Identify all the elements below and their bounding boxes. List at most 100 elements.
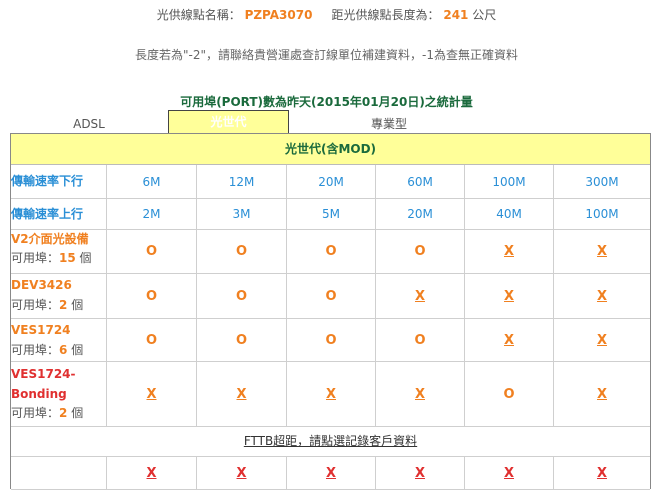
row-label	[11, 457, 107, 489]
speed-value: 2M	[142, 207, 161, 221]
mark-cell: O	[197, 319, 287, 361]
device-label: VES1724 可用埠：6 個	[11, 319, 107, 361]
unavailable-mark: X	[503, 465, 515, 481]
mark-cell: X	[465, 319, 554, 361]
tab-fiber[interactable]: 光世代	[168, 110, 289, 134]
table-banner: 光世代(含MOD)	[11, 134, 650, 165]
downlink-label: 傳輸速率下行	[11, 174, 84, 188]
speed-value: 3M	[232, 207, 251, 221]
unavailable-mark: X	[596, 386, 608, 402]
mark-cell: O	[376, 319, 465, 361]
mark-cell: X	[465, 230, 554, 273]
port-count: 2	[59, 298, 68, 312]
speed-value: 100M	[585, 207, 619, 221]
mark-cell: O	[107, 230, 197, 273]
device-row: V2介面光設備 可用埠：15 個 O O O O X X	[11, 230, 650, 274]
uplink-speed-row: 傳輸速率上行 2M 3M 5M 20M 40M 100M	[11, 199, 650, 230]
site-name-label: 光供線點名稱：	[156, 8, 241, 22]
avail-suffix: 個	[71, 406, 84, 420]
mark-cell: X	[465, 457, 554, 489]
tab-professional-label: 專業型	[370, 117, 407, 131]
mark-cell: X	[107, 457, 197, 489]
port-count: 6	[59, 343, 68, 357]
length-note: 長度若為"-2"，請聯絡貴營運處查訂線單位補建資料，-1為查無正確資料	[135, 48, 518, 62]
mark-cell: O	[376, 230, 465, 273]
device-name: VES1724	[11, 323, 71, 337]
speed-cell: 12M	[197, 165, 287, 198]
available-ports: 可用埠：2 個	[11, 404, 106, 422]
mark-cell: X	[287, 457, 376, 489]
available-mark: O	[503, 386, 515, 402]
unavailable-mark: X	[596, 288, 608, 304]
mark-cell: O	[197, 274, 287, 318]
mark-cell: O	[287, 230, 376, 273]
speed-cell: 2M	[107, 199, 197, 229]
uplink-label: 傳輸速率上行	[11, 207, 84, 221]
unavailable-mark: X	[596, 332, 608, 348]
unavailable-mark: X	[414, 465, 426, 481]
speed-value: 60M	[407, 174, 433, 189]
unavailable-mark: X	[325, 465, 337, 481]
row-label: 傳輸速率下行	[11, 165, 107, 198]
fttb-mark-row: X X X X X X	[11, 457, 650, 490]
mark-cell: O	[287, 274, 376, 318]
speed-value: 5M	[322, 207, 340, 221]
device-row: VES1724 可用埠：6 個 O O O O X X	[11, 319, 650, 362]
device-label: DEV3426 可用埠：2 個	[11, 274, 107, 318]
device-name-suffix: Bonding	[11, 387, 67, 401]
speed-value: 300M	[585, 174, 619, 189]
mark-cell: O	[107, 319, 197, 361]
mark-cell: X	[554, 362, 650, 426]
speed-cell: 6M	[107, 165, 197, 198]
available-ports: 可用埠：15 個	[11, 249, 106, 267]
speed-value: 12M	[228, 174, 255, 189]
avail-prefix: 可用埠：	[11, 406, 60, 420]
mark-cell: X	[197, 362, 287, 426]
mark-cell: X	[554, 457, 650, 489]
available-ports: 可用埠：2 個	[11, 296, 106, 314]
stats-title: 可用埠(PORT)數為昨天(2015年01月20日)之統計量	[180, 95, 473, 109]
speed-cell: 300M	[554, 165, 650, 198]
speed-cell: 60M	[376, 165, 465, 198]
availability-table: 光世代(含MOD) 傳輸速率下行 6M 12M 20M 60M 100M 300…	[10, 133, 651, 490]
speed-cell: 100M	[554, 199, 650, 229]
available-mark: O	[145, 332, 158, 348]
mark-cell: X	[376, 274, 465, 318]
avail-prefix: 可用埠：	[11, 251, 60, 265]
device-name: V2介面光設備	[11, 232, 89, 246]
available-mark: O	[414, 332, 426, 348]
service-tabs: ADSL 光世代 專業型	[10, 110, 651, 134]
mark-cell: O	[107, 274, 197, 318]
device-label: VES1724- Bonding 可用埠：2 個	[11, 362, 107, 426]
mark-cell: X	[197, 457, 287, 489]
available-mark: O	[145, 288, 158, 304]
device-name: DEV3426	[11, 278, 72, 292]
speed-cell: 20M	[376, 199, 465, 229]
speed-cell: 3M	[197, 199, 287, 229]
distance-value: 241	[443, 8, 469, 22]
mark-cell: X	[287, 362, 376, 426]
unavailable-mark: X	[596, 244, 608, 259]
unavailable-mark: X	[146, 386, 157, 402]
avail-prefix: 可用埠：	[11, 343, 60, 357]
mark-cell: O	[287, 319, 376, 361]
speed-value: 20M	[318, 174, 344, 189]
fttb-link[interactable]: FTTB超距，請點選記錄客戶資料	[11, 427, 650, 456]
mark-cell: X	[465, 274, 554, 318]
avail-suffix: 個	[79, 251, 92, 265]
unavailable-mark: X	[503, 332, 515, 348]
unavailable-mark: X	[503, 288, 515, 304]
device-row: DEV3426 可用埠：2 個 O O O X X X	[11, 274, 650, 319]
available-mark: O	[235, 244, 248, 259]
tab-fiber-label: 光世代	[210, 115, 247, 129]
row-label: 傳輸速率上行	[11, 199, 107, 229]
device-label: V2介面光設備 可用埠：15 個	[11, 230, 107, 273]
tab-adsl-label: ADSL	[73, 117, 105, 131]
available-mark: O	[325, 332, 337, 348]
speed-value: 40M	[496, 207, 522, 221]
device-name: VES1724-	[11, 367, 76, 381]
mark-cell: O	[465, 362, 554, 426]
mark-cell: X	[554, 319, 650, 361]
unavailable-mark: X	[236, 386, 247, 402]
mark-cell: X	[554, 274, 650, 318]
